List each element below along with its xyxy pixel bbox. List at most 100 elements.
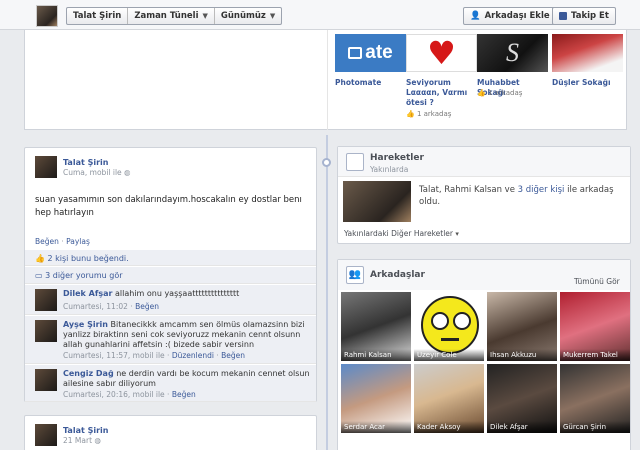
share-link[interactable]: Paylaş	[66, 237, 90, 246]
photomate-logo: ate	[365, 42, 393, 63]
chevron-down-icon: ▾	[455, 230, 459, 238]
avatar[interactable]	[35, 289, 57, 311]
profile-header: Talat Şirin Zaman Tüneli ▼ Günümüz ▼ 👤 A…	[0, 0, 640, 30]
add-friend-icon: 👤	[470, 11, 481, 21]
edited-link[interactable]: Düzenlendi	[172, 351, 214, 360]
activity-icon	[346, 153, 364, 171]
post-author[interactable]: Talat Şirin	[63, 158, 108, 167]
activity-footer[interactable]: Yakınlardaki Diğer Hareketler ▾	[344, 229, 459, 238]
comment-author[interactable]: Cengiz Dağ	[63, 369, 114, 378]
see-all-link[interactable]: Tümünü Gör	[574, 277, 620, 286]
post-meta: Cuma, mobil ile ◍	[63, 168, 131, 177]
avatar[interactable]	[35, 320, 57, 342]
friend-name: Mukerrem Takel	[560, 349, 630, 361]
activity-card: Hareketler Yakınlarda Talat, Rahmi Kalsa…	[337, 146, 631, 244]
friend-tile[interactable]: Ihsan Akkuzu	[487, 292, 557, 361]
friend-name: Gürcan Şirin	[560, 421, 630, 433]
favorite-muhabbet[interactable]: S	[477, 34, 548, 72]
friend-tile[interactable]: Mukerrem Takel	[560, 292, 630, 361]
friend-name: Dilek Afşar	[487, 421, 557, 433]
friend-tile[interactable]: Rahmi Kalsan	[341, 292, 411, 361]
add-friend-label: Arkadaşı Ekle	[484, 11, 550, 21]
rss-icon	[559, 12, 567, 20]
thumbs-up-icon: 👍	[35, 254, 45, 263]
friend-count: 👍 1 arkadaş	[406, 110, 452, 118]
friend-name: Kader Aksoy	[414, 421, 484, 433]
others-link[interactable]: 3 diğer kişi	[518, 185, 565, 195]
camera-icon	[348, 47, 363, 59]
friend-tile[interactable]: Gürcan Şirin	[560, 364, 630, 433]
like-link[interactable]: Beğen	[35, 237, 59, 246]
cover-panel: ate Photomate ♥ Seviyorum Lααααn, Vαrmı …	[24, 30, 627, 130]
status-post: Talat Şirin Cuma, mobil ile ◍ suan yasam…	[24, 147, 317, 402]
date-label: Günümüz	[220, 11, 266, 21]
like-link[interactable]: Beğen	[221, 351, 245, 360]
avatar[interactable]	[35, 424, 57, 446]
date-menu[interactable]: Günümüz ▼	[215, 11, 281, 21]
thumbs-up-icon: 👍	[406, 110, 415, 118]
more-comments-link[interactable]: 3 diğer yorumu gör	[45, 271, 122, 280]
friend-tile[interactable]: Dilek Afşar	[487, 364, 557, 433]
profile-name: Talat Şirin	[67, 8, 129, 24]
activity-photo[interactable]	[343, 181, 411, 222]
activity-title: Hareketler	[370, 153, 424, 163]
more-comments-row: ▭ 3 diğer yorumu gör	[25, 267, 316, 284]
friend-name: Rahmi Kalsan	[341, 349, 411, 361]
comment-author[interactable]: Dilek Afşar	[63, 289, 112, 298]
heart-icon: ♥	[427, 34, 456, 72]
like-link[interactable]: Beğen	[135, 302, 159, 311]
favorite-dusler[interactable]	[552, 34, 623, 72]
friend-tile[interactable]: Uzeyir Cole	[414, 292, 484, 361]
likes-count[interactable]: 2 kişi bunu beğendi.	[48, 254, 129, 263]
muhabbet-logo: S	[506, 38, 519, 67]
likes-row: 👍 2 kişi bunu beğendi.	[25, 250, 316, 266]
comment: Cengiz Dağ ne derdin vardı be kocum meka…	[25, 365, 316, 402]
timeline-label: Zaman Tüneli	[134, 11, 199, 21]
follow-button[interactable]: Takip Et	[552, 7, 616, 25]
comment-meta: Cumartesi, 11:57, mobil ile · Düzenlendi…	[63, 351, 246, 360]
comment: Dilek Afşar allahim onu yaşşaatttttttttt…	[25, 285, 316, 315]
smiley-face-icon	[421, 296, 479, 354]
favorite-caption[interactable]: Düşler Sokağı	[552, 78, 622, 88]
friend-name: Serdar Acar	[341, 421, 411, 433]
comment-body: Cengiz Dağ ne derdin vardı be kocum meka…	[63, 369, 313, 389]
timeline-dot	[322, 158, 331, 167]
friend-tile[interactable]: Serdar Acar	[341, 364, 411, 433]
timeline-menu[interactable]: Zaman Tüneli ▼	[128, 8, 215, 24]
activity-subtitle: Yakınlarda	[370, 165, 409, 174]
friends-title: Arkadaşlar	[370, 270, 425, 280]
profile-name-button[interactable]: Talat Şirin Zaman Tüneli ▼ Günümüz ▼	[66, 7, 283, 25]
post-author[interactable]: Talat Şirin	[63, 426, 108, 435]
friends-card: 👥 Arkadaşlar Tümünü Gör Rahmi Kalsan Uze…	[337, 259, 631, 450]
activity-text: Talat, Rahmi Kalsan ve 3 diğer kişi ile …	[419, 185, 614, 207]
favorites-divider	[327, 30, 328, 130]
profile-avatar[interactable]	[36, 5, 58, 27]
comment-body: Ayşe Şirin Bitanecikkk amcamm sen ölmüs …	[63, 320, 313, 350]
favorite-seviyorum[interactable]: ♥	[406, 34, 477, 72]
thumbs-up-icon: 👍	[477, 89, 486, 97]
avatar[interactable]	[35, 156, 57, 178]
add-friend-button[interactable]: 👤 Arkadaşı Ekle	[463, 7, 557, 25]
comment-body: Dilek Afşar allahim onu yaşşaatttttttttt…	[63, 289, 311, 299]
comment-text: allahim onu yaşşaattttttttttttttt	[114, 289, 240, 298]
comment-meta: Cumartesi, 11:02 · Beğen	[63, 302, 159, 311]
friend-tile[interactable]: Kader Aksoy	[414, 364, 484, 433]
like-link[interactable]: Beğen	[172, 390, 196, 399]
status-post: Talat Şirin 21 Mart ◍	[24, 415, 317, 450]
comment-meta: Cumartesi, 20:16, mobil ile · Beğen	[63, 390, 196, 399]
globe-icon: ◍	[124, 168, 131, 177]
friend-count: 👍 1 arkadaş	[477, 89, 523, 97]
comment: Ayşe Şirin Bitanecikkk amcamm sen ölmüs …	[25, 316, 316, 364]
chevron-down-icon: ▼	[202, 12, 208, 20]
post-actions: Beğen · Paylaş	[35, 237, 90, 246]
comment-author[interactable]: Ayşe Şirin	[63, 320, 108, 329]
favorite-caption[interactable]: Photomate	[335, 78, 405, 88]
friend-name: Ihsan Akkuzu	[487, 349, 557, 361]
globe-icon: ◍	[94, 436, 101, 445]
avatar[interactable]	[35, 369, 57, 391]
post-text: suan yasamımın son dakılarındayım.hoscak…	[35, 195, 302, 218]
friends-icon: 👥	[346, 266, 364, 284]
timeline-spine	[326, 135, 328, 450]
favorite-caption[interactable]: Seviyorum Lααααn, Vαrmı ötesi ?	[406, 78, 476, 108]
favorite-photomate[interactable]: ate	[335, 34, 406, 72]
